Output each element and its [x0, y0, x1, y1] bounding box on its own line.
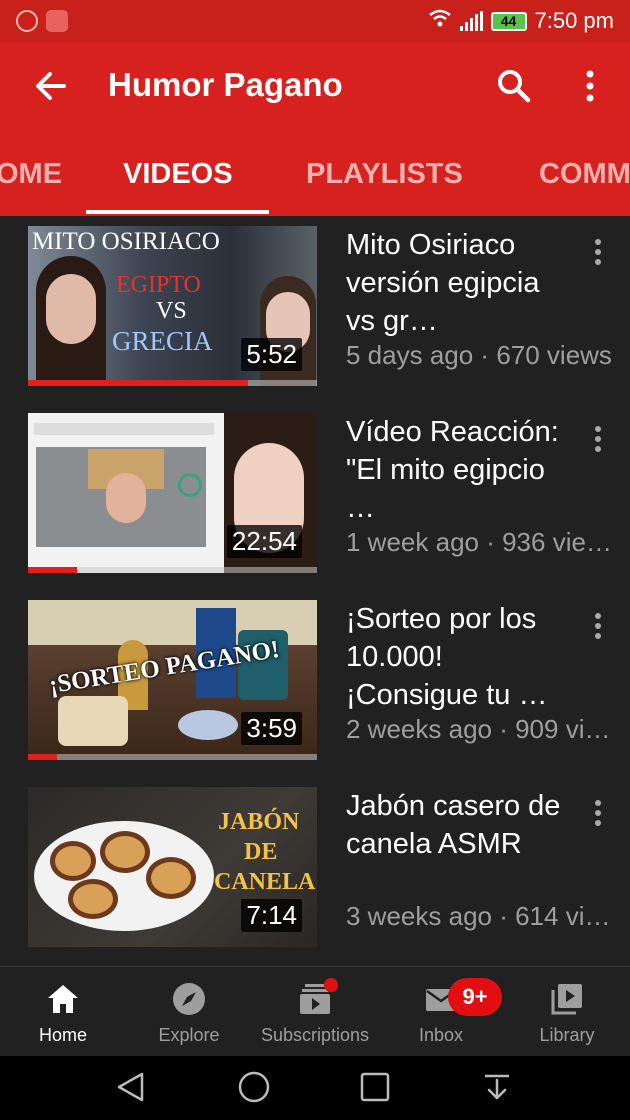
thumbnail-text: CANELA — [214, 869, 316, 895]
back-arrow-icon[interactable] — [30, 66, 70, 106]
nav-subscriptions[interactable]: Subscriptions — [252, 967, 378, 1057]
status-bar: 44 7:50 pm — [0, 0, 630, 42]
video-item[interactable]: ¡SORTEO PAGANO! 3:59 ¡Sorteo por los 10.… — [0, 600, 630, 787]
channel-tabs: OME VIDEOS PLAYLISTS COMM — [0, 134, 630, 216]
duration-badge: 3:59 — [241, 712, 302, 745]
home-icon — [45, 981, 81, 1017]
system-navigation-bar — [0, 1056, 630, 1120]
app-notification-icon — [46, 10, 68, 32]
video-item[interactable]: 22:54 Vídeo Reacción: "El mito egipcio …… — [0, 413, 630, 600]
video-thumbnail[interactable]: MITO OSIRIACO EGIPTO VS GRECIA 5:52 — [28, 226, 317, 386]
more-options-icon[interactable] — [572, 66, 608, 106]
compass-icon — [171, 981, 207, 1017]
wifi-icon — [428, 8, 452, 34]
system-recents-icon[interactable] — [358, 1070, 392, 1104]
bottom-navigation: Home Explore Subscriptions Inbox Library — [0, 966, 630, 1056]
video-thumbnail[interactable]: JABÓN DE CANELA 7:14 — [28, 787, 317, 947]
thumbnail-text: EGIPTO — [116, 272, 201, 298]
signal-icon — [459, 11, 483, 31]
nav-label: Library — [539, 1025, 595, 1045]
notification-icons — [16, 10, 68, 32]
video-meta: 2 weeks ago · 909 vi… — [346, 714, 611, 744]
channel-title: Humor Pagano — [108, 66, 343, 103]
search-icon[interactable] — [494, 66, 534, 106]
thumbnail-text: GRECIA — [112, 326, 213, 356]
location-notification-icon — [16, 10, 38, 32]
video-more-icon[interactable] — [588, 232, 608, 272]
thumbnail-title-text: MITO OSIRIACO — [32, 228, 220, 255]
duration-badge: 22:54 — [226, 525, 302, 558]
duration-badge: 7:14 — [241, 899, 302, 932]
nav-library[interactable]: Library — [504, 967, 630, 1057]
video-thumbnail[interactable]: ¡SORTEO PAGANO! 3:59 — [28, 600, 317, 760]
video-meta: 5 days ago · 670 views — [346, 340, 612, 370]
tab-home[interactable]: OME — [0, 158, 62, 191]
notification-pulldown-icon[interactable] — [480, 1070, 514, 1104]
nav-label: Home — [38, 1025, 87, 1045]
app-bar: Humor Pagano — [0, 42, 630, 134]
tab-community[interactable]: COMM — [539, 158, 630, 191]
nav-home[interactable]: Home — [0, 967, 126, 1057]
subscriptions-notification-dot — [324, 978, 338, 992]
video-thumbnail[interactable]: 22:54 — [28, 413, 317, 573]
thumbnail-text: DE — [244, 839, 278, 865]
nav-explore[interactable]: Explore — [126, 967, 252, 1057]
watch-progress-bar — [28, 380, 248, 386]
video-meta: 3 weeks ago · 614 vi… — [346, 901, 611, 931]
tab-playlists[interactable]: PLAYLISTS — [306, 158, 463, 191]
watch-progress-bar — [28, 567, 78, 573]
video-title[interactable]: Vídeo Reacción: "El mito egipcio … — [346, 413, 570, 527]
video-title[interactable]: Mito Osiriaco versión egipcia vs gr… — [346, 226, 570, 340]
nav-label: Inbox — [418, 1025, 464, 1045]
video-more-icon[interactable] — [588, 793, 608, 833]
video-more-icon[interactable] — [588, 419, 608, 459]
video-item[interactable]: JABÓN DE CANELA 7:14 Jabón casero de can… — [0, 787, 630, 974]
status-indicators: 44 7:50 pm — [428, 6, 615, 36]
nav-label: Subscriptions — [260, 1025, 370, 1045]
thumbnail-text: VS — [156, 298, 187, 324]
watch-progress-bar — [28, 754, 57, 760]
video-title[interactable]: Jabón casero de canela ASMR — [346, 787, 570, 863]
video-meta: 1 week ago · 936 vie… — [346, 527, 612, 557]
duration-badge: 5:52 — [241, 338, 302, 371]
video-title[interactable]: ¡Sorteo por los 10.000! ¡Consigue tu … — [346, 600, 570, 714]
tab-videos[interactable]: VIDEOS — [123, 158, 233, 191]
video-more-icon[interactable] — [588, 606, 608, 646]
thumbnail-text: JABÓN — [218, 809, 300, 835]
active-tab-indicator — [86, 210, 269, 214]
watch-progress-track — [28, 754, 317, 760]
nav-label: Explore — [158, 1025, 220, 1045]
battery-icon: 44 — [490, 11, 527, 31]
video-item[interactable]: MITO OSIRIACO EGIPTO VS GRECIA 5:52 Mito… — [0, 226, 630, 413]
library-icon — [549, 981, 585, 1017]
system-home-icon[interactable] — [237, 1070, 271, 1104]
status-time: 7:50 pm — [534, 8, 615, 33]
inbox-badge: 9+ — [448, 978, 502, 1016]
system-back-icon[interactable] — [114, 1070, 148, 1104]
